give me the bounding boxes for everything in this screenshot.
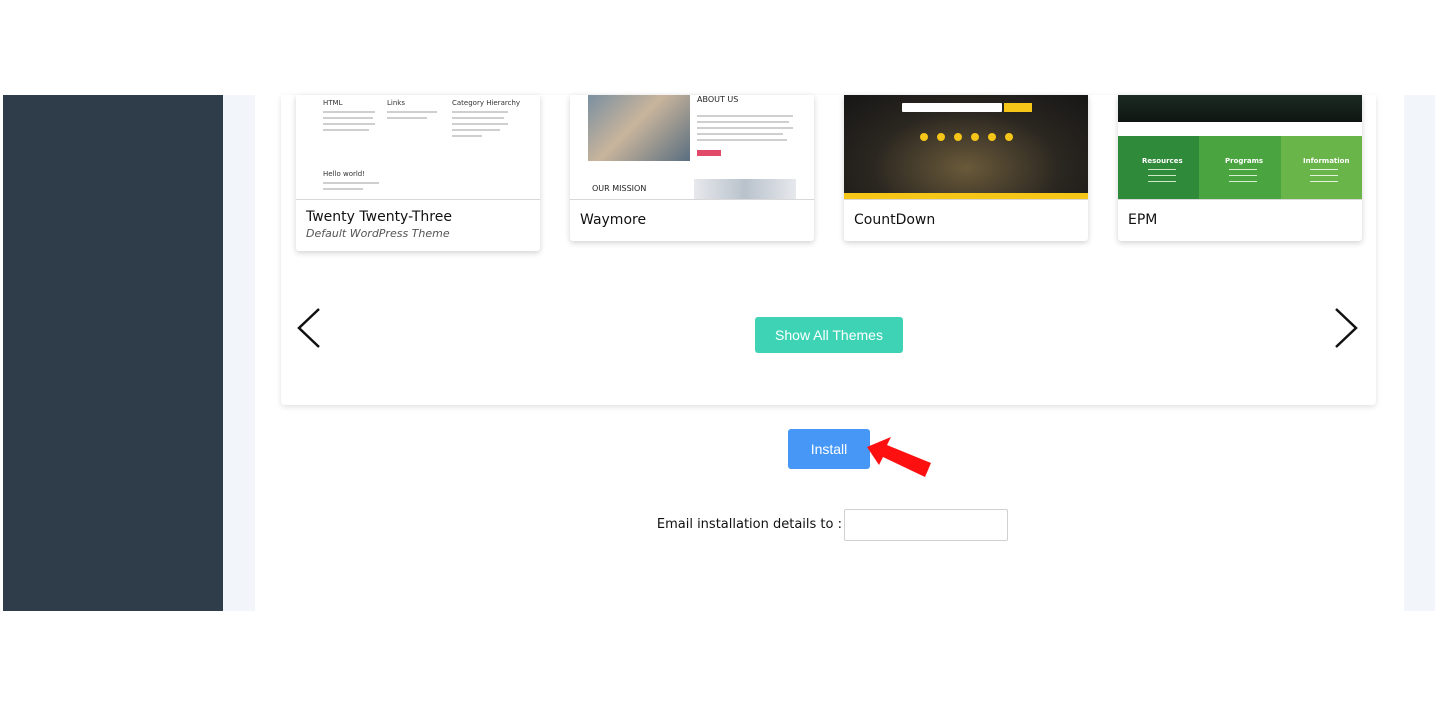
main-content: HTML Links Category Hierarchy Hello worl… — [255, 95, 1404, 611]
theme-thumbnail — [844, 95, 1088, 200]
theme-card-waymore[interactable]: ABOUT US OUR MISSION Waymore — [570, 95, 814, 241]
theme-name: CountDown — [854, 212, 936, 228]
theme-subtitle: Default WordPress Theme — [306, 227, 450, 240]
theme-name: Waymore — [580, 212, 647, 228]
preview-heading: ABOUT US — [697, 95, 739, 104]
theme-name: EPM — [1128, 212, 1158, 228]
preview-text: Category Hierarchy — [452, 99, 521, 107]
preview-social-dot — [920, 133, 928, 141]
preview-social-dot — [988, 133, 996, 141]
theme-card-epm[interactable]: Resources Programs Information EPM — [1118, 95, 1362, 241]
theme-card-twenty-twenty-three[interactable]: HTML Links Category Hierarchy Hello worl… — [296, 95, 540, 251]
preview-text: Resources — [1142, 157, 1183, 165]
theme-thumbnail: ABOUT US OUR MISSION — [570, 95, 814, 200]
preview-text: Links — [387, 99, 405, 107]
email-input[interactable] — [844, 509, 1008, 541]
red-arrow-icon — [865, 435, 935, 485]
right-gutter — [1404, 95, 1435, 611]
email-label: Email installation details to : — [656, 517, 842, 532]
preview-section: OUR MISSION — [592, 184, 647, 193]
chevron-left-icon[interactable] — [293, 303, 333, 353]
theme-thumbnail: HTML Links Category Hierarchy Hello worl… — [296, 95, 540, 200]
preview-text: Programs — [1225, 157, 1264, 165]
theme-name: Twenty Twenty-Three — [306, 209, 452, 225]
theme-thumbnail: Resources Programs Information — [1118, 95, 1362, 200]
preview-text: HTML — [323, 99, 343, 107]
preview-text: Hello world! — [323, 170, 366, 178]
left-gutter — [223, 95, 255, 611]
theme-card-countdown[interactable]: CountDown — [844, 95, 1088, 241]
preview-social-dot — [1005, 133, 1013, 141]
sidebar — [3, 95, 223, 611]
preview-social-dot — [937, 133, 945, 141]
preview-social-dot — [954, 133, 962, 141]
theme-carousel-panel: HTML Links Category Hierarchy Hello worl… — [281, 95, 1376, 405]
install-button[interactable]: Install — [788, 429, 870, 469]
chevron-right-icon[interactable] — [1326, 303, 1366, 353]
preview-social-dot — [971, 133, 979, 141]
show-all-themes-button[interactable]: Show All Themes — [755, 317, 903, 353]
preview-text: Information — [1303, 157, 1350, 165]
